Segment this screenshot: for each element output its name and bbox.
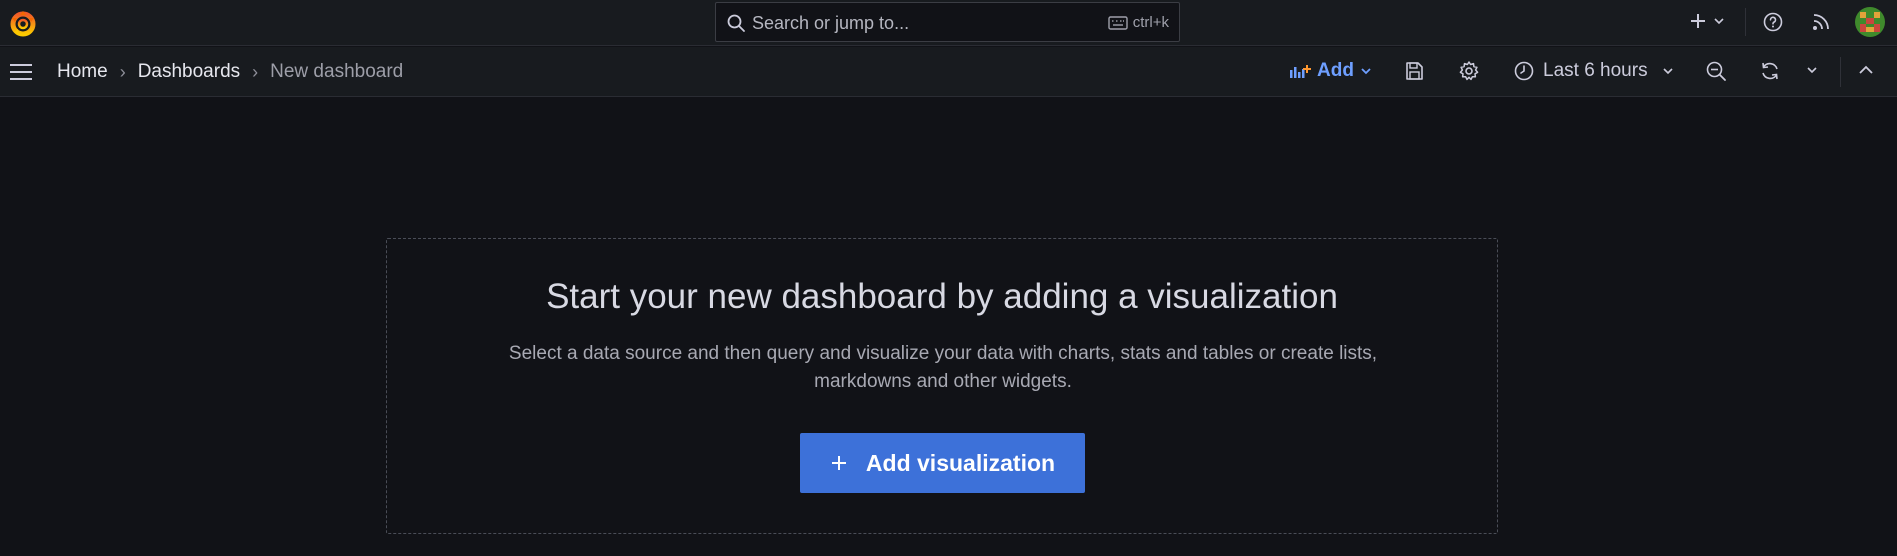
search-placeholder: Search or jump to... [752, 13, 910, 33]
clock-icon [1513, 60, 1535, 82]
zoom-out-icon [1705, 60, 1727, 82]
news-rss-icon [1810, 11, 1832, 33]
collapse-toolbar-button[interactable] [1858, 62, 1874, 78]
news-button[interactable] [1810, 11, 1832, 33]
search-icon [726, 13, 746, 33]
breadcrumb-current-page: New dashboard [270, 61, 404, 82]
dashboard-settings-button[interactable] [1458, 60, 1480, 82]
new-menu-button[interactable] [1688, 11, 1725, 31]
divider [1840, 57, 1841, 87]
search-input[interactable]: Search or jump to... ctrl+k [715, 2, 1180, 42]
add-visualization-button[interactable]: Add visualization [800, 433, 1085, 493]
shortcut-label: ctrl+k [1132, 14, 1169, 31]
keyboard-icon [1108, 15, 1128, 30]
empty-state-description-line: Select a data source and then query and … [508, 343, 1378, 364]
chevron-down-icon [1360, 65, 1372, 77]
add-visualization-label: Add visualization [865, 449, 1056, 476]
refresh-button[interactable] [1759, 60, 1781, 82]
empty-state-title: Start your new dashboard by adding a vis… [546, 277, 1338, 316]
keyboard-shortcut-hint: ctrl+k [1108, 14, 1169, 31]
empty-dashboard-panel: Start your new dashboard by adding a vis… [386, 238, 1498, 534]
empty-state-description: Select a data source and then query and … [487, 340, 1399, 396]
user-avatar[interactable] [1855, 7, 1885, 37]
breadcrumb-separator: › [252, 61, 259, 82]
hamburger-menu-icon [8, 60, 34, 84]
add-button[interactable]: Add [1289, 60, 1372, 82]
chevron-down-icon [1713, 15, 1725, 27]
save-dashboard-button[interactable] [1403, 60, 1425, 82]
divider [1745, 8, 1746, 36]
chevron-down-icon [1806, 64, 1818, 76]
dashboard-nav-bar: Home › Dashboards › New dashboard Add La… [0, 47, 1897, 97]
gear-icon [1458, 60, 1480, 82]
empty-state-description-line: markdowns and other widgets. [814, 371, 1072, 392]
save-icon [1403, 60, 1425, 82]
plus-icon [830, 454, 848, 472]
help-button[interactable] [1762, 11, 1784, 33]
breadcrumb-home[interactable]: Home [57, 61, 108, 83]
grafana-logo-icon[interactable] [8, 8, 38, 38]
plus-icon [1688, 11, 1708, 31]
help-icon [1762, 11, 1784, 33]
time-range-label: Last 6 hours [1543, 60, 1648, 81]
add-panel-icon [1289, 61, 1311, 81]
refresh-interval-dropdown[interactable] [1806, 64, 1818, 76]
time-range-picker[interactable]: Last 6 hours [1513, 60, 1674, 82]
breadcrumb: Home › Dashboards › New dashboard [57, 61, 403, 83]
chevron-down-icon [1662, 65, 1674, 77]
top-bar: Search or jump to... ctrl+k [0, 0, 1897, 46]
breadcrumb-separator: › [119, 61, 126, 82]
refresh-icon [1759, 60, 1781, 82]
menu-toggle-button[interactable] [8, 60, 34, 84]
add-button-label: Add [1317, 60, 1354, 81]
chevron-up-icon [1858, 62, 1874, 78]
zoom-out-button[interactable] [1705, 60, 1727, 82]
breadcrumb-dashboards[interactable]: Dashboards [138, 61, 240, 83]
